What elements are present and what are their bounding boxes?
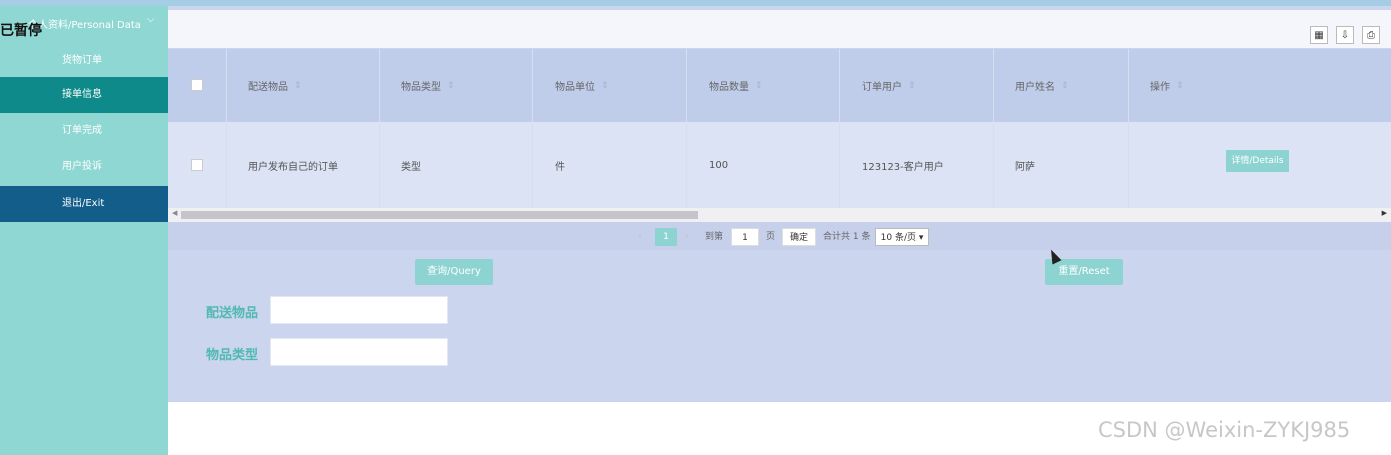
header-label: 物品单位 <box>555 82 595 93</box>
delivery-item-label: 配送物品 <box>206 306 259 321</box>
sidebar-item-complaints[interactable]: 用户投诉 <box>0 149 168 185</box>
per-page-value: 10 条/页 <box>880 233 916 243</box>
header-label: 物品数量 <box>709 82 749 93</box>
per-page-select[interactable]: 10 条/页 ▾ <box>875 228 929 246</box>
sort-icon[interactable]: ⇕ <box>1061 81 1069 91</box>
item-type-input[interactable] <box>270 338 448 366</box>
column-divider <box>839 49 840 122</box>
column-divider <box>379 49 380 122</box>
cell-item-type: 类型 <box>401 161 421 173</box>
search-panel: 查询/Query 重置/Reset 配送物品 物品类型 <box>168 250 1391 402</box>
goto-label: 到第 <box>705 232 724 242</box>
scroll-thumb[interactable] <box>181 211 698 219</box>
delivery-item-input[interactable] <box>270 296 448 324</box>
header-label: 用户姓名 <box>1015 82 1055 93</box>
paused-overlay-text: 已暂停 <box>0 23 42 39</box>
column-divider <box>1128 49 1129 122</box>
cell-order-user: 123123-客户用户 <box>862 161 944 173</box>
horizontal-scrollbar[interactable]: ◀ ▶ <box>168 208 1391 222</box>
sidebar-item-label: 退出/Exit <box>62 198 105 209</box>
columns-icon[interactable]: ▦ <box>1310 26 1328 44</box>
row-checkbox[interactable] <box>191 159 203 171</box>
column-divider <box>686 49 687 122</box>
main-content: ▦ ⇩ ⎙ 配送物品 ⇕ 物品类型 ⇕ 物品单位 ⇕ 物品数量 ⇕ 订单用户 ⇕ 用户姓名… <box>168 6 1391 402</box>
sort-icon[interactable]: ⇕ <box>447 81 455 91</box>
header-order-user[interactable]: 订单用户 ⇕ <box>862 49 916 122</box>
column-divider <box>226 122 227 208</box>
header-label: 订单用户 <box>862 82 902 93</box>
sidebar-item-label: 接单信息 <box>62 89 102 100</box>
select-all-checkbox[interactable] <box>191 79 203 91</box>
item-type-label: 物品类型 <box>206 348 259 363</box>
column-divider <box>839 122 840 208</box>
sidebar-item-exit[interactable]: 退出/Exit <box>0 186 168 222</box>
table-row: 用户发布自己的订单 类型 件 100 123123-客户用户 阿萨 详情/Det… <box>168 122 1391 208</box>
table-header: 配送物品 ⇕ 物品类型 ⇕ 物品单位 ⇕ 物品数量 ⇕ 订单用户 ⇕ 用户姓名 ⇕ 操作 ⇕ <box>168 49 1391 122</box>
column-divider <box>532 49 533 122</box>
table-toolbar: ▦ ⇩ ⎙ <box>168 10 1391 48</box>
reset-button[interactable]: 重置/Reset <box>1045 259 1123 285</box>
column-divider <box>226 49 227 122</box>
sort-icon[interactable]: ⇕ <box>294 81 302 91</box>
header-label: 物品类型 <box>401 82 441 93</box>
scroll-left-icon[interactable]: ◀ <box>172 209 177 217</box>
total-count: 合计共 1 条 <box>823 232 871 242</box>
page-suffix: 页 <box>766 232 776 242</box>
next-page-icon[interactable]: › <box>685 228 689 246</box>
details-button[interactable]: 详情/Details <box>1226 150 1289 172</box>
sort-icon[interactable]: ⇕ <box>755 81 763 91</box>
cell-user-name: 阿萨 <box>1015 161 1035 173</box>
column-divider <box>686 122 687 208</box>
sidebar-item-label: 订单完成 <box>62 125 102 136</box>
cell-delivery-item: 用户发布自己的订单 <box>248 161 338 173</box>
cell-item-unit: 件 <box>555 161 565 173</box>
page-confirm-button[interactable]: 确定 <box>782 228 816 246</box>
sort-icon[interactable]: ⇕ <box>908 81 916 91</box>
header-item-unit[interactable]: 物品单位 ⇕ <box>555 49 609 122</box>
print-icon[interactable]: ⎙ <box>1362 26 1380 44</box>
sort-icon[interactable]: ⇕ <box>1176 81 1184 91</box>
sidebar-header-label: 个人资料/Personal Data <box>28 20 141 31</box>
chevron-down-icon: ⌵ <box>147 14 155 25</box>
header-delivery-item[interactable]: 配送物品 ⇕ <box>248 49 302 122</box>
sidebar: 个人资料/Personal Data ⌵ 货物订单 接单信息 订单完成 用户投诉… <box>0 6 168 455</box>
column-divider <box>379 122 380 208</box>
header-label: 操作 <box>1150 82 1170 93</box>
header-user-name[interactable]: 用户姓名 ⇕ <box>1015 49 1069 122</box>
sidebar-item-completed-orders[interactable]: 订单完成 <box>0 113 168 149</box>
column-divider <box>993 122 994 208</box>
query-button[interactable]: 查询/Query <box>415 259 493 285</box>
sidebar-item-label: 货物订单 <box>62 55 102 66</box>
sidebar-item-label: 用户投诉 <box>62 161 102 172</box>
cell-item-quantity: 100 <box>709 159 729 171</box>
column-divider <box>1128 122 1129 208</box>
column-divider <box>532 122 533 208</box>
prev-page-icon[interactable]: ‹ <box>638 228 642 246</box>
column-divider <box>993 49 994 122</box>
sort-icon[interactable]: ⇕ <box>601 81 609 91</box>
sidebar-item-cargo-orders[interactable]: 货物订单 <box>0 43 168 79</box>
header-actions[interactable]: 操作 ⇕ <box>1150 49 1184 122</box>
page-number-input[interactable]: 1 <box>731 228 759 246</box>
page-current[interactable]: 1 <box>655 228 677 246</box>
watermark: CSDN @Weixin-ZYKJ985 <box>1098 418 1351 442</box>
sidebar-item-accepted-orders[interactable]: 接单信息 <box>0 77 168 113</box>
header-item-type[interactable]: 物品类型 ⇕ <box>401 49 455 122</box>
export-icon[interactable]: ⇩ <box>1336 26 1354 44</box>
header-item-quantity[interactable]: 物品数量 ⇕ <box>709 49 763 122</box>
scroll-right-icon[interactable]: ▶ <box>1382 209 1387 217</box>
header-label: 配送物品 <box>248 82 288 93</box>
pagination: ‹ 1 › 到第 1 页 确定 合计共 1 条 10 条/页 ▾ <box>168 222 1391 250</box>
